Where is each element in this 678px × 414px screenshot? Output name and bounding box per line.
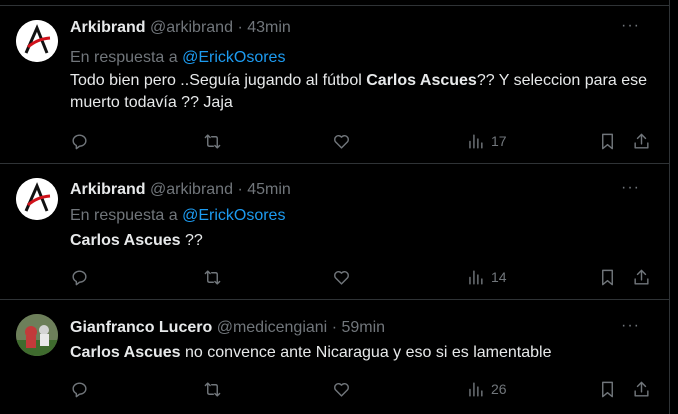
views-count: 26 xyxy=(491,381,507,397)
separator-dot: · xyxy=(237,19,243,36)
heart-icon xyxy=(334,382,349,397)
more-options-icon[interactable]: ··· xyxy=(621,318,640,334)
reply-prefix: En respuesta a xyxy=(70,207,178,224)
user-handle[interactable]: @arkibrand xyxy=(150,19,233,36)
tweet-text-part: ?? xyxy=(180,232,203,249)
display-name[interactable]: Gianfranco Lucero xyxy=(70,319,212,336)
reply-context: En respuesta a @ErickOsores xyxy=(70,48,285,68)
like-button[interactable] xyxy=(332,266,351,288)
bookmark-icon xyxy=(602,133,613,149)
avatar[interactable] xyxy=(16,314,58,356)
reply-context: En respuesta a @ErickOsores xyxy=(70,206,285,226)
timestamp[interactable]: 45min xyxy=(247,181,291,198)
heart-icon xyxy=(334,134,349,149)
tweet-actions: 17 xyxy=(70,130,655,152)
reply-button[interactable] xyxy=(70,130,89,152)
display-name[interactable]: Arkibrand xyxy=(70,19,146,36)
tweet-2[interactable]: Arkibrand @arkibrand · 45min ··· En resp… xyxy=(0,164,670,300)
reply-prefix: En respuesta a xyxy=(70,49,178,66)
retweet-icon xyxy=(204,133,221,149)
retweet-icon xyxy=(204,269,221,285)
views-button[interactable]: 26 xyxy=(466,378,507,400)
views-icon xyxy=(469,381,483,397)
share-icon xyxy=(634,269,649,285)
tweet-text: Carlos Ascues ?? xyxy=(70,230,655,252)
timestamp[interactable]: 43min xyxy=(247,19,291,36)
profile-photo-icon xyxy=(16,314,58,356)
retweet-icon xyxy=(204,381,221,397)
like-button[interactable] xyxy=(332,130,351,152)
reply-mention-link[interactable]: @ErickOsores xyxy=(182,207,285,224)
avatar[interactable] xyxy=(16,178,58,220)
tweet-text-bold: Carlos Ascues xyxy=(70,344,181,361)
reply-button[interactable] xyxy=(70,378,89,400)
reply-icon xyxy=(72,133,87,149)
like-button[interactable] xyxy=(332,378,351,400)
tweet-3[interactable]: Gianfranco Lucero @medicengiani · 59min … xyxy=(0,300,670,414)
bookmark-button[interactable] xyxy=(598,266,617,288)
bookmark-icon xyxy=(602,269,613,285)
reply-mention-link[interactable]: @ErickOsores xyxy=(182,49,285,66)
tweet-text: Carlos Ascues no convence ante Nicaragua… xyxy=(70,342,655,364)
tweet-1[interactable]: Arkibrand @arkibrand · 43min ··· En resp… xyxy=(0,6,670,164)
share-icon xyxy=(634,133,649,149)
tweet-text-bold: Carlos Ascues xyxy=(366,72,477,89)
retweet-button[interactable] xyxy=(203,130,222,152)
arkibrand-logo-icon xyxy=(16,20,58,62)
tweet-actions: 14 xyxy=(70,266,655,288)
views-count: 14 xyxy=(491,269,507,285)
timestamp[interactable]: 59min xyxy=(341,319,385,336)
more-options-icon[interactable]: ··· xyxy=(621,18,640,34)
separator-dot: · xyxy=(237,181,243,198)
retweet-button[interactable] xyxy=(203,378,222,400)
reply-icon xyxy=(72,381,87,397)
retweet-button[interactable] xyxy=(203,266,222,288)
heart-icon xyxy=(334,270,349,285)
tweet-text: Todo bien pero ..Seguía jugando al fútbo… xyxy=(70,70,655,114)
tweet-header: Arkibrand @arkibrand · 45min xyxy=(70,180,291,200)
separator-dot: · xyxy=(331,319,338,336)
tweet-header: Gianfranco Lucero @medicengiani · 59min xyxy=(70,318,385,338)
avatar[interactable] xyxy=(16,20,58,62)
display-name[interactable]: Arkibrand xyxy=(70,181,146,198)
user-handle[interactable]: @arkibrand xyxy=(150,181,233,198)
user-handle[interactable]: @medicengiani xyxy=(217,319,328,336)
bookmark-icon xyxy=(602,381,613,397)
reply-icon xyxy=(72,269,87,285)
tweet-actions: 26 xyxy=(70,378,655,400)
arkibrand-logo-icon xyxy=(16,178,58,220)
views-button[interactable]: 17 xyxy=(466,130,507,152)
tweet-header: Arkibrand @arkibrand · 43min xyxy=(70,18,291,38)
more-options-icon[interactable]: ··· xyxy=(621,180,640,196)
bookmark-button[interactable] xyxy=(598,378,617,400)
tweet-text-bold: Carlos Ascues xyxy=(70,232,181,249)
views-icon xyxy=(469,133,483,149)
tweet-text-part: no convence ante Nicaragua y eso si es l… xyxy=(180,344,552,361)
bookmark-button[interactable] xyxy=(598,130,617,152)
share-button[interactable] xyxy=(632,378,651,400)
tweet-text-part: Todo bien pero ..Seguía jugando al fútbo… xyxy=(70,72,367,89)
share-icon xyxy=(634,381,649,397)
views-button[interactable]: 14 xyxy=(466,266,507,288)
share-button[interactable] xyxy=(632,266,651,288)
share-button[interactable] xyxy=(632,130,651,152)
views-icon xyxy=(469,269,483,285)
reply-button[interactable] xyxy=(70,266,89,288)
views-count: 17 xyxy=(491,133,507,149)
